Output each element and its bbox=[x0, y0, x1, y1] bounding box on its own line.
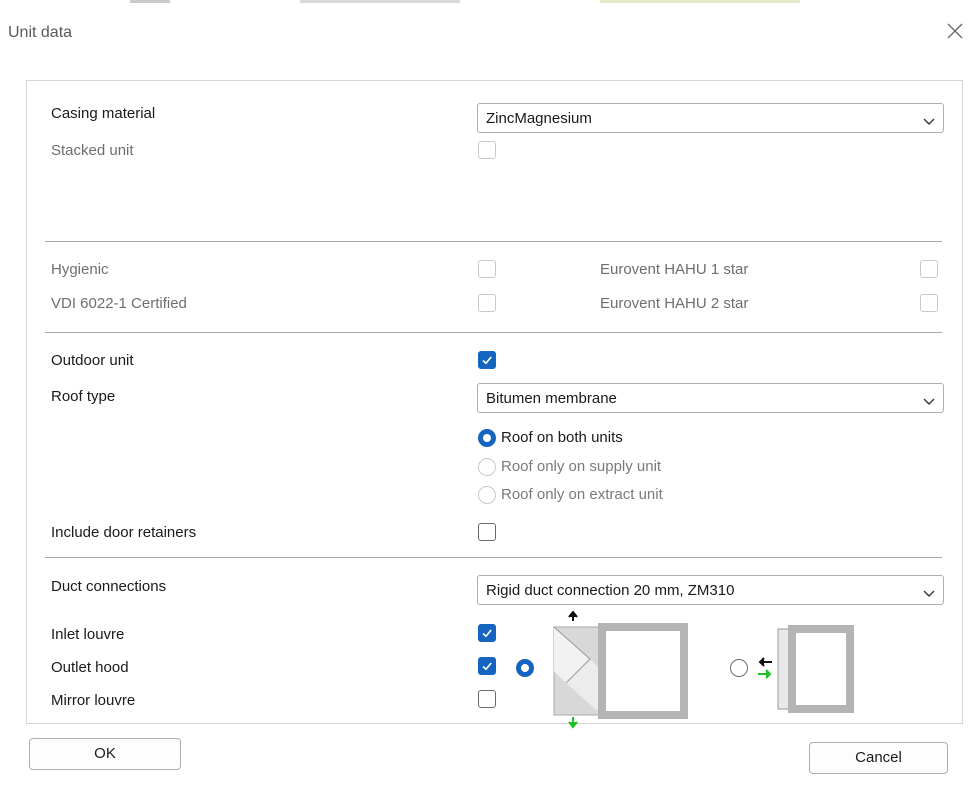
duct-connections-label: Duct connections bbox=[51, 578, 167, 595]
layout-b-radio[interactable] bbox=[730, 659, 748, 677]
checkmark-icon bbox=[482, 629, 492, 638]
divider bbox=[45, 332, 942, 333]
layout-a-radio[interactable] bbox=[516, 659, 534, 677]
roof-extract-only-label: Roof only on extract unit bbox=[501, 486, 663, 503]
hygienic-checkbox[interactable] bbox=[478, 260, 496, 278]
stacked-unit-checkbox[interactable] bbox=[478, 141, 496, 159]
duct-connections-select[interactable]: Rigid duct connection 20 mm, ZM310 bbox=[477, 575, 944, 605]
eurovent-2-star-label: Eurovent HAHU 2 star bbox=[600, 295, 749, 312]
roof-type-value: Bitumen membrane bbox=[486, 390, 617, 407]
outlet-hood-label: Outlet hood bbox=[51, 659, 129, 676]
casing-material-label: Casing material bbox=[51, 105, 156, 122]
eurovent-1-star-label: Eurovent HAHU 1 star bbox=[600, 261, 749, 278]
outlet-hood-checkbox[interactable] bbox=[478, 657, 496, 675]
divider bbox=[45, 241, 942, 242]
chevron-down-icon bbox=[923, 585, 935, 602]
inlet-louvre-label: Inlet louvre bbox=[51, 626, 125, 643]
roof-type-label: Roof type bbox=[51, 388, 116, 405]
roof-supply-only-label: Roof only on supply unit bbox=[501, 458, 662, 475]
eurovent-1-star-checkbox[interactable] bbox=[920, 260, 938, 278]
outdoor-unit-label: Outdoor unit bbox=[51, 352, 134, 369]
roof-supply-only-radio[interactable] bbox=[478, 458, 496, 476]
unit-layout-a-diagram bbox=[553, 611, 688, 729]
window-title: Unit data bbox=[8, 24, 73, 41]
top-strip bbox=[0, 0, 970, 8]
chevron-down-icon bbox=[923, 113, 935, 130]
checkmark-icon bbox=[482, 662, 492, 671]
door-retainers-label: Include door retainers bbox=[51, 524, 197, 541]
unit-data-panel: Casing material ZincMagnesium Stacked un… bbox=[26, 80, 963, 729]
roof-both-units-radio[interactable] bbox=[478, 429, 496, 447]
divider bbox=[45, 557, 942, 558]
casing-material-value: ZincMagnesium bbox=[486, 110, 592, 127]
stacked-unit-label: Stacked unit bbox=[51, 142, 134, 159]
unit-layout-b-diagram bbox=[758, 625, 854, 713]
roof-both-units-label: Roof on both units bbox=[501, 429, 623, 446]
ok-button[interactable]: OK bbox=[29, 738, 181, 770]
eurovent-2-star-checkbox[interactable] bbox=[920, 294, 938, 312]
hygienic-label: Hygienic bbox=[51, 261, 109, 278]
vdi-certified-label: VDI 6022-1 Certified bbox=[51, 295, 187, 312]
door-retainers-checkbox[interactable] bbox=[478, 523, 496, 541]
vdi-certified-checkbox[interactable] bbox=[478, 294, 496, 312]
cancel-button[interactable]: Cancel bbox=[809, 742, 948, 774]
inlet-louvre-checkbox[interactable] bbox=[478, 624, 496, 642]
mirror-louvre-label: Mirror louvre bbox=[51, 692, 136, 709]
checkmark-icon bbox=[482, 356, 492, 365]
roof-extract-only-radio[interactable] bbox=[478, 486, 496, 504]
outdoor-unit-checkbox[interactable] bbox=[478, 351, 496, 369]
casing-material-select[interactable]: ZincMagnesium bbox=[477, 103, 944, 133]
chevron-down-icon bbox=[923, 393, 935, 410]
duct-connections-value: Rigid duct connection 20 mm, ZM310 bbox=[486, 582, 735, 599]
roof-type-select[interactable]: Bitumen membrane bbox=[477, 383, 944, 413]
close-icon[interactable] bbox=[944, 20, 966, 42]
mirror-louvre-checkbox[interactable] bbox=[478, 690, 496, 708]
